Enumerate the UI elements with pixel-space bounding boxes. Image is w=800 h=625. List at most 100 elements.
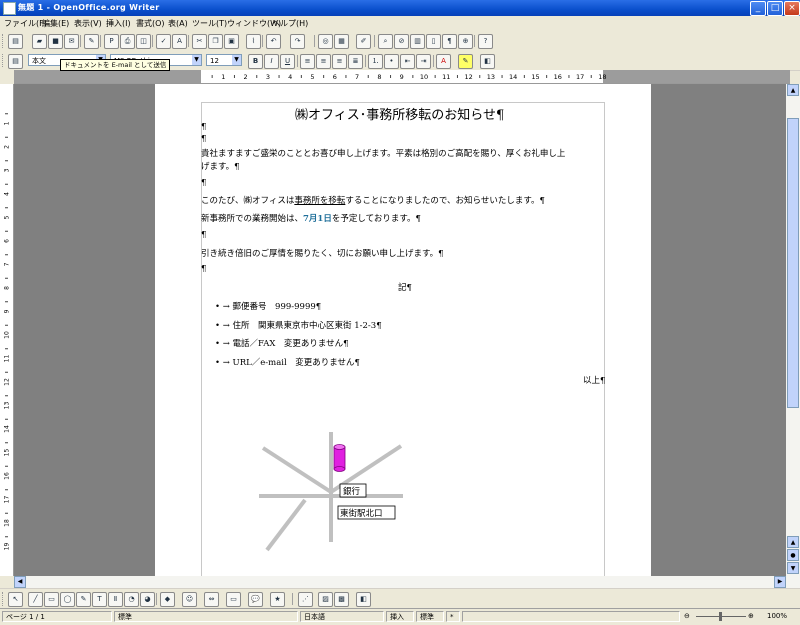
document-modified-icon: * (446, 611, 460, 622)
extrusion-icon[interactable]: ◧ (356, 592, 371, 607)
zoom-slider[interactable]: ⊖ ⊕ (682, 611, 762, 622)
nonprinting-chars-icon[interactable]: ¶ (442, 34, 457, 49)
select-icon[interactable]: ↖ (8, 592, 23, 607)
highlighting-icon[interactable]: ✎ (458, 54, 473, 69)
freeform-icon[interactable]: ✎ (76, 592, 91, 607)
autospell-icon[interactable]: A (172, 34, 187, 49)
table-icon[interactable]: ▦ (334, 34, 349, 49)
callouts-icon[interactable]: ◔ (124, 592, 139, 607)
paste-icon[interactable]: ▣ (224, 34, 239, 49)
align-right-icon[interactable]: ≡ (332, 54, 347, 69)
edit-file-icon[interactable]: ✎ (84, 34, 99, 49)
menu-view[interactable]: 表示(V) (74, 18, 102, 29)
open-icon[interactable]: ▰ (32, 34, 47, 49)
data-sources-icon[interactable]: ▯ (426, 34, 441, 49)
stars-icon[interactable]: ★ (270, 592, 285, 607)
email-icon[interactable]: ✉ (64, 34, 79, 49)
menu-tools[interactable]: ツール(T) (192, 18, 227, 29)
close-button[interactable]: × (784, 1, 800, 16)
decrease-indent-icon[interactable]: ⇤ (400, 54, 415, 69)
menu-edit[interactable]: 編集(E) (42, 18, 69, 29)
menu-format[interactable]: 書式(O) (136, 18, 165, 29)
styles-icon[interactable]: ▤ (8, 54, 23, 69)
document-page[interactable]: ㈱オフィス･事務所移転のお知らせ¶ ¶ ¶ 貴社ますますご盛栄のこととお喜び申し… (155, 84, 651, 576)
print-icon[interactable]: ⎙ (120, 34, 135, 49)
menu-table[interactable]: 表(A) (168, 18, 188, 29)
new-icon[interactable]: ▤ (8, 34, 23, 49)
insert-mode[interactable]: 挿入 (386, 611, 414, 622)
horizontal-scrollbar[interactable]: ◀ ▶ (14, 576, 800, 588)
fontwork-gallery-icon[interactable]: ▨ (318, 592, 333, 607)
gallery-icon[interactable]: ▥ (410, 34, 425, 49)
zoom-value[interactable]: 100% (764, 611, 798, 622)
numbering-icon[interactable]: ⒈ (368, 54, 383, 69)
export-pdf-icon[interactable]: P (104, 34, 119, 49)
italic-icon[interactable]: I (264, 54, 279, 69)
save-icon[interactable]: ■ (48, 34, 63, 49)
scroll-up-icon[interactable]: ▲ (787, 536, 799, 548)
line-icon[interactable]: ╱ (28, 592, 43, 607)
block-arrows-icon[interactable]: ⇔ (204, 592, 219, 607)
ruler-number: 18 (4, 519, 11, 527)
font-size-select[interactable]: 12 ▼ (206, 54, 242, 66)
help-icon[interactable]: ? (478, 34, 493, 49)
basic-shapes-icon[interactable]: ◆ (160, 592, 175, 607)
map-drawing[interactable] (155, 84, 651, 576)
navigation-icon[interactable]: ● (787, 549, 799, 561)
ellipse-icon[interactable]: ◯ (60, 592, 75, 607)
underline-icon[interactable]: U (280, 54, 295, 69)
zoom-out-icon[interactable]: ⊖ (684, 611, 690, 622)
page-indicator[interactable]: ページ 1 / 1 (2, 611, 112, 622)
show-draw-functions-icon[interactable]: ✐ (356, 34, 371, 49)
menu-file[interactable]: ファイル(F) (4, 18, 47, 29)
scroll-down-icon[interactable]: ▼ (787, 562, 799, 574)
find-replace-icon[interactable]: ⌕ (378, 34, 393, 49)
ruler-number: 11 (4, 355, 11, 363)
zoom-in-icon[interactable]: ⊕ (748, 611, 754, 622)
bullets-icon[interactable]: • (384, 54, 399, 69)
vertical-ruler[interactable]: 1 2 3 4 5 6 7 8 9 10 11 12 13 14 15 16 17 18 19 (0, 84, 14, 576)
page-style[interactable]: 標準 (114, 611, 298, 622)
bold-icon[interactable]: B (248, 54, 263, 69)
from-file-icon[interactable]: ▩ (334, 592, 349, 607)
copy-icon[interactable]: ❐ (208, 34, 223, 49)
points-icon[interactable]: ⋰ (298, 592, 313, 607)
menu-insert[interactable]: 挿入(I) (106, 18, 131, 29)
zoom-slider-thumb[interactable] (719, 612, 722, 621)
align-center-icon[interactable]: ≡ (316, 54, 331, 69)
spellcheck-icon[interactable]: ✓ (156, 34, 171, 49)
align-left-icon[interactable]: ≡ (300, 54, 315, 69)
format-paintbrush-icon[interactable]: ⌇ (246, 34, 261, 49)
maximize-button[interactable]: □ (767, 1, 783, 16)
background-color-icon[interactable]: ◧ (480, 54, 495, 69)
undo-icon[interactable]: ↶ (266, 34, 281, 49)
flowchart-icon[interactable]: ▭ (226, 592, 241, 607)
cut-icon[interactable]: ✂ (192, 34, 207, 49)
increase-indent-icon[interactable]: ⇥ (416, 54, 431, 69)
signature-field[interactable] (462, 611, 680, 622)
text-icon[interactable]: T (92, 592, 107, 607)
callout-shapes-icon[interactable]: 💬 (248, 592, 263, 607)
hyperlink-icon[interactable]: ◎ (318, 34, 333, 49)
vertical-text-icon[interactable]: Ⅱ (108, 592, 123, 607)
selection-mode[interactable]: 標準 (416, 611, 444, 622)
menu-help[interactable]: ヘルプ(H) (272, 18, 308, 29)
symbol-shapes-icon[interactable]: ☺ (182, 592, 197, 607)
zoom-icon[interactable]: ⊕ (458, 34, 473, 49)
vertical-scrollbar[interactable]: ▲ ▲ ● ▼ (786, 84, 800, 576)
horizontal-ruler[interactable]: 1 2 3 4 5 6 7 8 9 10 11 12 13 14 15 16 17 18 (14, 70, 790, 84)
scroll-up-icon[interactable]: ▲ (787, 84, 799, 96)
navigator-icon[interactable]: ⊘ (394, 34, 409, 49)
redo-icon[interactable]: ↷ (290, 34, 305, 49)
rectangle-icon[interactable]: ▭ (44, 592, 59, 607)
ruler-ticks: 12345678910111213141516171819 (4, 113, 11, 550)
page-preview-icon[interactable]: ◫ (136, 34, 151, 49)
scroll-thumb[interactable] (787, 118, 799, 408)
minimize-button[interactable]: _ (750, 1, 766, 16)
language-indicator[interactable]: 日本語 (300, 611, 384, 622)
justify-icon[interactable]: ≣ (348, 54, 363, 69)
scroll-right-icon[interactable]: ▶ (774, 576, 786, 588)
scroll-left-icon[interactable]: ◀ (14, 576, 26, 588)
font-color-icon[interactable]: A (436, 54, 451, 69)
fontwork-icon[interactable]: ◕ (140, 592, 155, 607)
